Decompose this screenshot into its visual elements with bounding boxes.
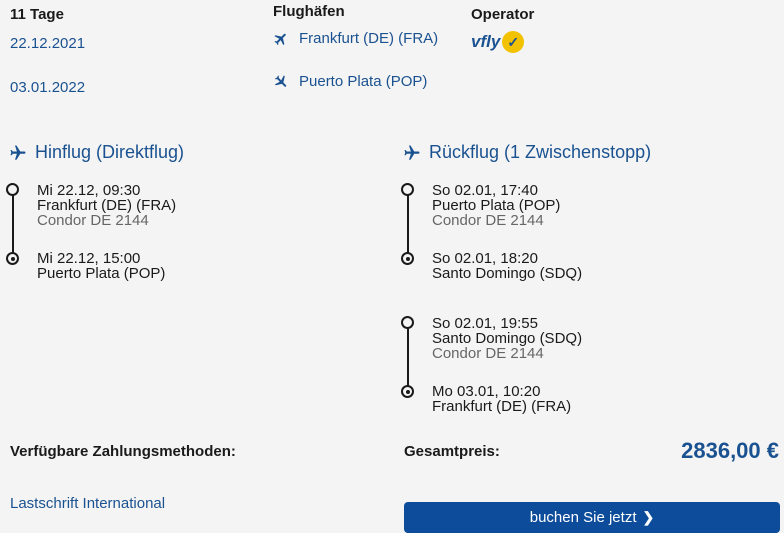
- payment-method-link[interactable]: Lastschrift International: [10, 495, 165, 512]
- return-timeline-leg-2: [407, 323, 409, 391]
- stop-time: Mi 22.12, 09:30: [37, 182, 141, 199]
- arrival-airport-label: Puerto Plata (POP): [299, 73, 428, 90]
- return-stop-2: So 02.01, 18:20 Santo Domingo (SDQ): [432, 251, 582, 281]
- stop-place: Frankfurt (DE) (FRA): [432, 398, 572, 415]
- outbound-title: Hinflug (Direktflug): [7, 142, 184, 163]
- stop-carrier: Condor DE 2144: [432, 345, 544, 362]
- outbound-timeline: [12, 190, 14, 258]
- stop-time: So 02.01, 17:40: [432, 182, 538, 199]
- stop-place: Puerto Plata (POP): [432, 197, 561, 214]
- stop-place: Puerto Plata (POP): [37, 265, 166, 282]
- book-now-button[interactable]: buchen Sie jetzt ❯: [404, 502, 780, 533]
- departure-dot-icon: [401, 316, 414, 329]
- stop-time: So 02.01, 18:20: [432, 250, 538, 267]
- checkmark-icon: ✓: [502, 31, 525, 53]
- departure-airport-label: Frankfurt (DE) (FRA): [299, 30, 439, 47]
- payment-methods-label: Verfügbare Zahlungsmethoden:: [10, 443, 236, 460]
- outbound-title-label: Hinflug (Direktflug): [35, 142, 185, 162]
- plane-arrival-icon: [274, 74, 287, 87]
- outbound-stop-2: Mi 22.12, 15:00 Puerto Plata (POP): [37, 251, 165, 281]
- return-stop-4: Mo 03.01, 10:20 Frankfurt (DE) (FRA): [432, 384, 571, 414]
- operator-header: Operator: [471, 6, 535, 23]
- stop-time: Mi 22.12, 15:00: [37, 250, 141, 267]
- airports-header: Flughäfen: [273, 3, 345, 20]
- departure-dot-icon: [6, 183, 19, 196]
- chevron-right-icon: ❯: [642, 509, 655, 525]
- total-price-label: Gesamtpreis:: [404, 443, 500, 460]
- stop-carrier: Condor DE 2144: [432, 212, 544, 229]
- stop-place: Frankfurt (DE) (FRA): [37, 197, 177, 214]
- arrival-dot-icon: [6, 252, 19, 265]
- stop-time: So 02.01, 19:55: [432, 315, 538, 332]
- operator-logo-text: vfly: [471, 32, 501, 51]
- stop-place: Santo Domingo (SDQ): [432, 265, 583, 282]
- return-stop-1: So 02.01, 17:40 Puerto Plata (POP) Condo…: [432, 183, 560, 228]
- stop-place: Santo Domingo (SDQ): [432, 330, 583, 347]
- plane-departure-icon: [274, 33, 286, 45]
- stop-time: Mo 03.01, 10:20: [432, 383, 541, 400]
- plane-icon: [404, 145, 420, 160]
- return-timeline-leg-1: [407, 190, 409, 258]
- book-now-label: buchen Sie jetzt: [529, 509, 637, 526]
- departure-dot-icon: [401, 183, 414, 196]
- plane-icon: [10, 145, 26, 160]
- stop-carrier: Condor DE 2144: [37, 212, 149, 229]
- arrival-airport: Puerto Plata (POP): [273, 73, 427, 90]
- arrival-dot-icon: [401, 252, 414, 265]
- trip-duration: 11 Tage: [10, 6, 64, 23]
- arrival-dot-icon: [401, 385, 414, 398]
- departure-airport: Frankfurt (DE) (FRA): [273, 30, 438, 47]
- return-stop-3: So 02.01, 19:55 Santo Domingo (SDQ) Cond…: [432, 316, 582, 361]
- total-price: 2836,00 €: [681, 438, 779, 463]
- outbound-stop-1: Mi 22.12, 09:30 Frankfurt (DE) (FRA) Con…: [37, 183, 176, 228]
- return-title: Rückflug (1 Zwischenstopp): [401, 142, 651, 163]
- operator-logo: vfly ✓: [471, 31, 525, 53]
- return-title-label: Rückflug (1 Zwischenstopp): [429, 142, 652, 162]
- outbound-date: 22.12.2021: [10, 35, 86, 52]
- return-date: 03.01.2022: [10, 79, 86, 96]
